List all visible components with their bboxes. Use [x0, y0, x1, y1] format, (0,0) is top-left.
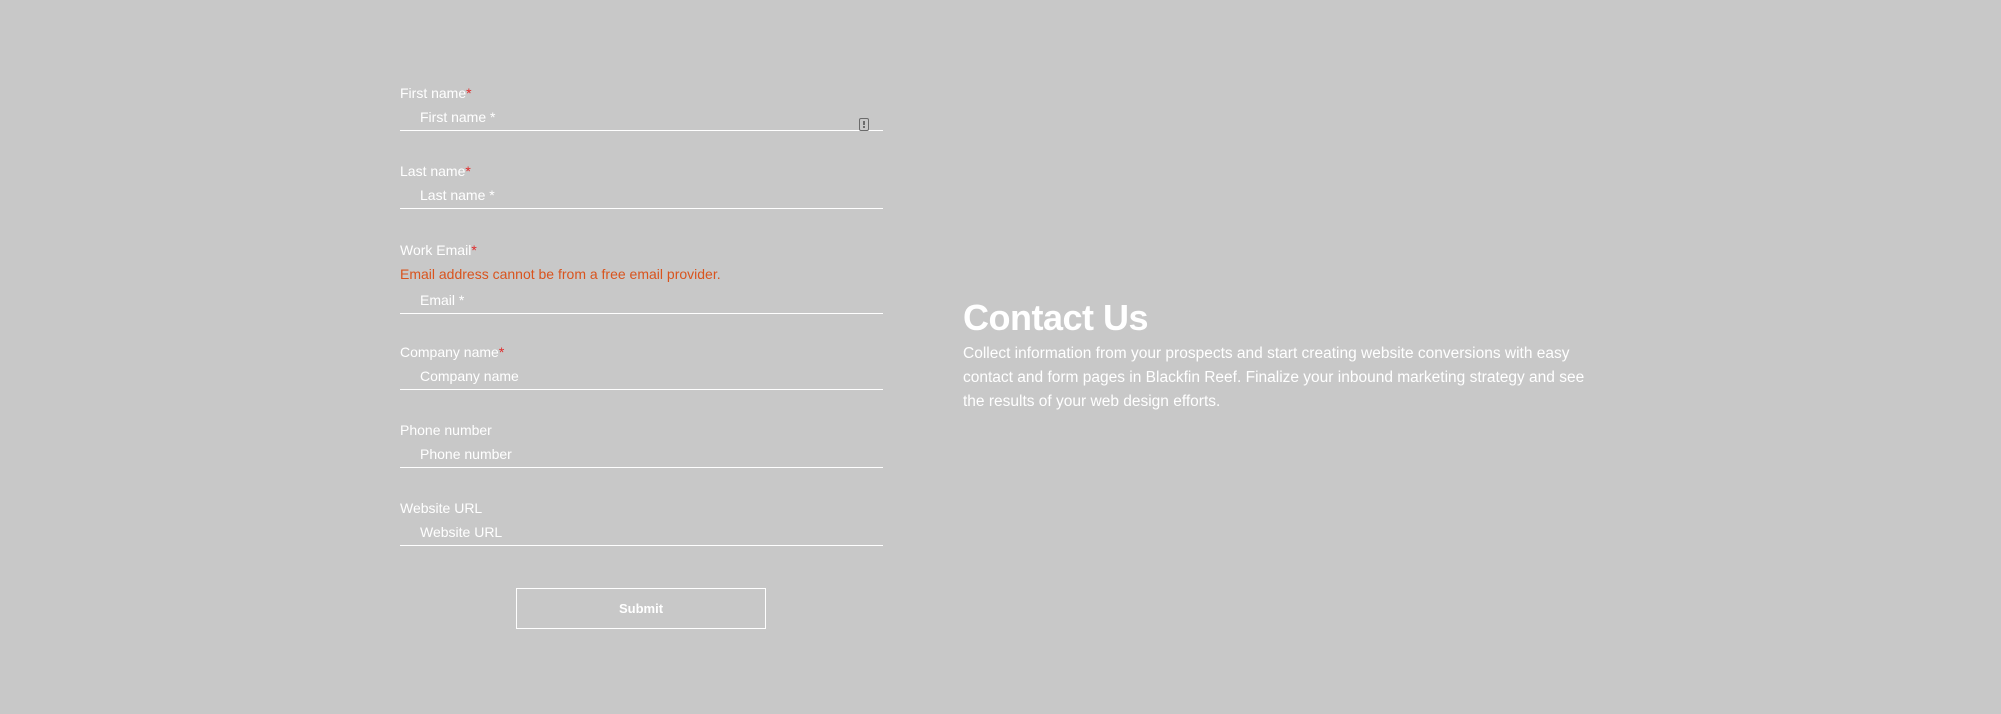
phone-number-input[interactable]: [400, 440, 883, 468]
first-name-label-text: First name: [400, 85, 467, 101]
company-name-input[interactable]: [400, 362, 883, 390]
last-name-input[interactable]: [400, 181, 883, 209]
phone-number-label: Phone number: [400, 422, 492, 438]
work-email-label: Work Email*: [400, 242, 477, 258]
submit-button[interactable]: Submit: [516, 588, 766, 629]
last-name-label-text: Last name: [400, 163, 466, 179]
work-email-label-text: Work Email: [400, 242, 472, 258]
contact-info: Contact Us Collect information from your…: [963, 296, 1603, 414]
last-name-label: Last name*: [400, 163, 471, 179]
email-error-message: Email address cannot be from a free emai…: [400, 266, 721, 282]
website-url-label-text: Website URL: [400, 500, 483, 516]
work-email-input[interactable]: [400, 286, 883, 314]
company-name-label: Company name*: [400, 344, 504, 360]
phone-number-label-text: Phone number: [400, 422, 492, 438]
required-asterisk: *: [471, 242, 477, 258]
contact-card-icon[interactable]: [859, 118, 869, 131]
required-asterisk: *: [498, 344, 505, 360]
first-name-input[interactable]: [400, 103, 883, 131]
required-asterisk: *: [466, 85, 472, 101]
first-name-label: First name*: [400, 85, 472, 101]
required-asterisk: *: [465, 163, 471, 179]
website-url-label: Website URL: [400, 500, 482, 516]
company-name-label-text: Company name: [400, 344, 499, 360]
website-url-input[interactable]: [400, 518, 883, 546]
page-description: Collect information from your prospects …: [963, 345, 1585, 410]
page-title: Contact Us: [963, 297, 1149, 338]
